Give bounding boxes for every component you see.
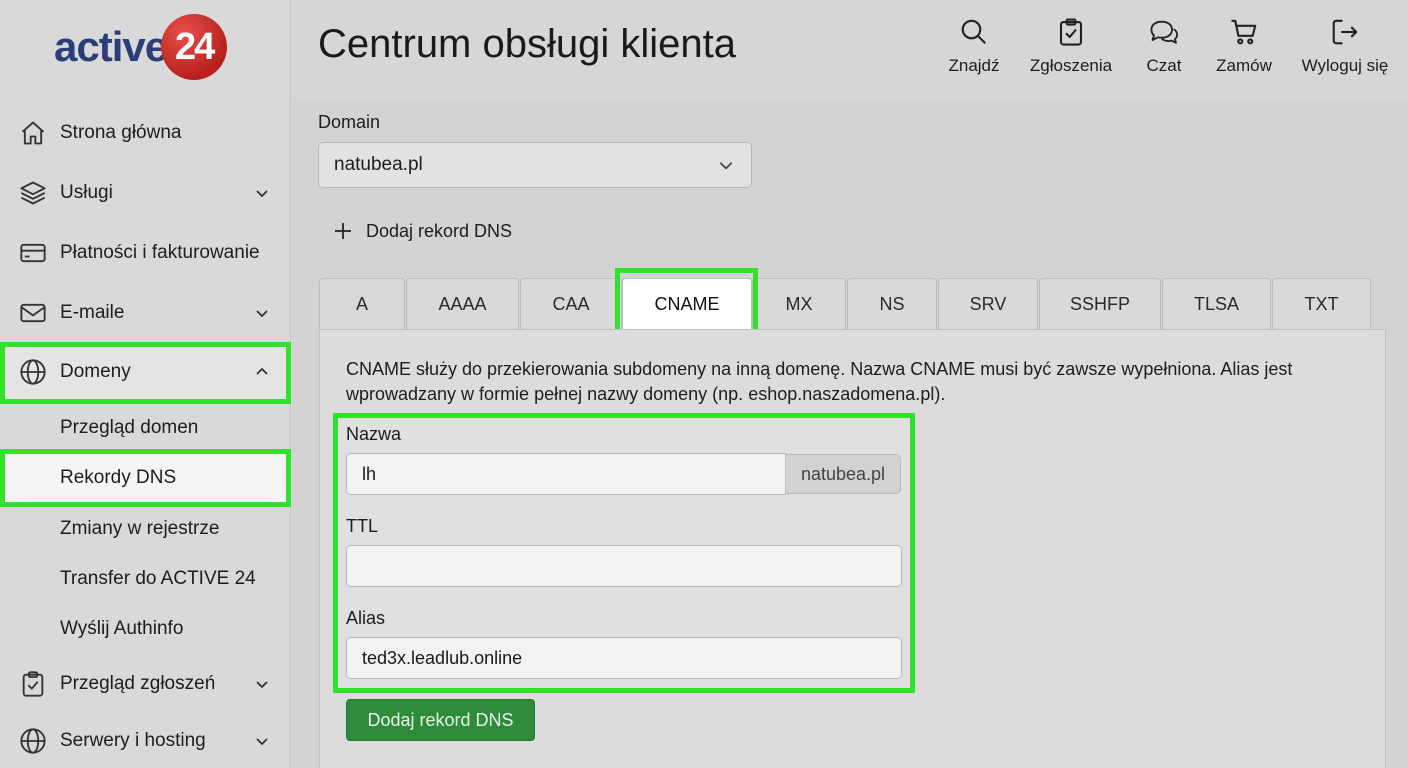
sidebar-item-label: E-maile	[60, 302, 125, 323]
tickets-label: Zgłoszenia	[1029, 56, 1113, 75]
sidebar-item-servers-hosting[interactable]: Serwery i hosting	[0, 713, 291, 768]
add-dns-record-label: Dodaj rekord DNS	[366, 220, 513, 241]
ttl-label: TTL	[346, 516, 379, 536]
home-icon	[19, 119, 47, 147]
logout-label: Wyloguj się	[1301, 56, 1389, 75]
layers-icon	[19, 179, 47, 207]
sidebar-subitem-dns-records[interactable]: Rekordy DNS	[0, 453, 291, 503]
sidebar-item-emails[interactable]: E-maile	[0, 285, 291, 341]
tab-mx[interactable]: MX	[752, 278, 846, 330]
sidebar-item-label: Płatności i fakturowanie	[60, 242, 260, 263]
globe-icon	[19, 727, 47, 755]
cart-icon	[1228, 16, 1260, 48]
chevron-down-icon	[252, 303, 272, 323]
tab-caa[interactable]: CAA	[520, 278, 622, 330]
logo-badge: 24	[161, 14, 228, 80]
alias-label: Alias	[346, 608, 386, 628]
sidebar-subitem-label: Przegląd domen	[60, 417, 199, 438]
sidebar-item-label: Domeny	[60, 361, 131, 382]
plus-icon	[332, 220, 354, 242]
globe-icon	[19, 358, 47, 386]
add-dns-record-button[interactable]: Dodaj rekord DNS	[346, 699, 535, 741]
alias-input[interactable]: ted3x.leadlub.online	[346, 637, 902, 679]
sidebar-subitem-registry-changes[interactable]: Zmiany w rejestrze	[0, 504, 291, 554]
sidebar-item-label: Usługi	[60, 182, 113, 203]
domain-select[interactable]: natubea.pl	[318, 142, 752, 188]
tab-sshfp[interactable]: SSHFP	[1039, 278, 1161, 330]
order-button[interactable]: Zamów	[1214, 16, 1274, 78]
cname-description: CNAME służy do przekierowania subdomeny …	[346, 359, 1293, 404]
chat-button[interactable]: Czat	[1143, 16, 1185, 78]
logout-button[interactable]: Wyloguj się	[1300, 16, 1390, 78]
sidebar-subitem-label: Wyślij Authinfo	[60, 618, 184, 639]
domain-select-value: natubea.pl	[334, 154, 423, 175]
order-label: Zamów	[1216, 56, 1272, 75]
logo-text: active	[54, 23, 168, 70]
chevron-down-icon	[252, 674, 272, 694]
sidebar-item-label: Strona główna	[60, 122, 182, 143]
sidebar: active 24 Strona główna Usługi Płatności…	[0, 0, 291, 768]
sidebar-item-label: Przegląd zgłoszeń	[60, 673, 216, 694]
clipboard-check-icon	[1055, 16, 1087, 48]
tab-cname[interactable]: CNAME	[622, 278, 752, 330]
sidebar-subitem-send-authinfo[interactable]: Wyślij Authinfo	[0, 604, 291, 654]
search-button[interactable]: Znajdź	[948, 16, 1000, 78]
active24-logo[interactable]: active 24	[54, 12, 228, 82]
chevron-up-icon	[252, 362, 272, 382]
name-label: Nazwa	[346, 424, 402, 444]
tab-tlsa[interactable]: TLSA	[1162, 278, 1271, 330]
chat-label: Czat	[1146, 56, 1182, 75]
chat-icon	[1148, 16, 1180, 48]
sidebar-item-home[interactable]: Strona główna	[0, 105, 291, 161]
tab-txt[interactable]: TXT	[1272, 278, 1371, 330]
chevron-down-icon	[252, 731, 272, 751]
mail-icon	[19, 299, 47, 327]
alias-input-value: ted3x.leadlub.online	[362, 647, 523, 668]
tab-aaaa[interactable]: AAAA	[406, 278, 519, 330]
sidebar-subitem-transfer[interactable]: Transfer do ACTIVE 24	[0, 554, 291, 604]
search-icon	[958, 16, 990, 48]
tab-ns[interactable]: NS	[847, 278, 937, 330]
logout-icon	[1329, 16, 1361, 48]
name-input[interactable]: lh	[346, 453, 786, 495]
credit-card-icon	[19, 239, 47, 267]
chevron-down-icon	[252, 183, 272, 203]
sidebar-item-billing[interactable]: Płatności i fakturowanie	[0, 225, 291, 281]
add-dns-record-link[interactable]: Dodaj rekord DNS	[332, 216, 512, 246]
tickets-button[interactable]: Zgłoszenia	[1030, 16, 1112, 78]
sidebar-subitem-domain-overview[interactable]: Przegląd domen	[0, 403, 291, 453]
sidebar-subitem-label: Transfer do ACTIVE 24	[60, 568, 256, 589]
tab-a[interactable]: A	[319, 278, 405, 330]
page-title: Centrum obsługi klienta	[318, 22, 736, 66]
sidebar-item-domains[interactable]: Domeny	[0, 344, 291, 400]
domain-label: Domain	[318, 112, 381, 132]
chevron-down-icon	[717, 156, 735, 174]
ttl-input[interactable]	[346, 545, 902, 587]
tab-srv[interactable]: SRV	[938, 278, 1038, 330]
sidebar-item-label: Serwery i hosting	[60, 730, 206, 751]
name-input-value: lh	[362, 463, 377, 484]
clipboard-check-icon	[19, 670, 47, 698]
sidebar-item-tickets[interactable]: Przegląd zgłoszeń	[0, 656, 291, 712]
sidebar-subitem-label: Rekordy DNS	[60, 467, 177, 488]
search-label: Znajdź	[948, 56, 1000, 75]
domain-suffix: natubea.pl	[785, 454, 901, 494]
sidebar-subitem-label: Zmiany w rejestrze	[60, 518, 220, 539]
sidebar-item-services[interactable]: Usługi	[0, 165, 291, 221]
